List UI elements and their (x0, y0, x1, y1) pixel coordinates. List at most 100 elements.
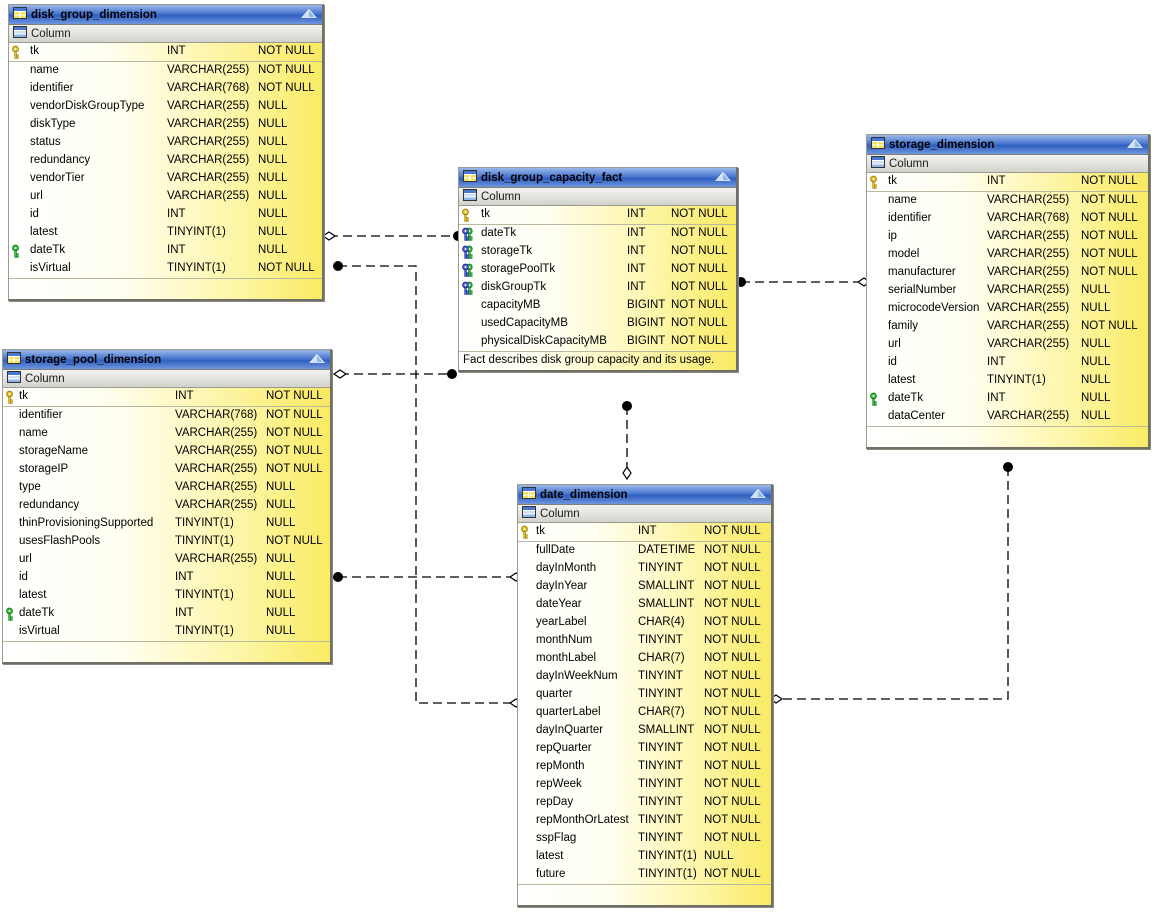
column-row-primary-key[interactable]: tk INT NOT NULL (459, 206, 736, 224)
column-row[interactable]: isVirtual TINYINT(1) NULL (3, 623, 330, 641)
column-row[interactable]: yearLabel CHAR(4) NOT NULL (518, 614, 771, 632)
column-type: SMALLINT (638, 580, 695, 592)
entity-title-bar[interactable]: storage_pool_dimension (3, 350, 330, 370)
relationship-rel-storagepool-fact[interactable] (332, 369, 457, 379)
column-row[interactable]: diskGroupTk INT NOT NULL (459, 279, 736, 297)
relationship-rel-storage-date[interactable] (768, 462, 1013, 704)
column-row[interactable]: dateTk INT NOT NULL (459, 225, 736, 243)
entity-table-date_dimension[interactable]: date_dimension Column tk INT NOT NULL fullDat… (517, 484, 773, 907)
column-row[interactable]: latest TINYINT(1) NULL (9, 224, 322, 242)
column-row[interactable]: dateYear SMALLINT NOT NULL (518, 596, 771, 614)
column-row[interactable]: storageIP VARCHAR(255) NOT NULL (3, 461, 330, 479)
column-row[interactable]: status VARCHAR(255) NULL (9, 134, 322, 152)
column-row[interactable]: latest TINYINT(1) NULL (518, 848, 771, 866)
column-row[interactable]: usedCapacityMB BIGINT NOT NULL (459, 315, 736, 333)
column-row[interactable]: usesFlashPools TINYINT(1) NOT NULL (3, 533, 330, 551)
entity-title-bar[interactable]: date_dimension (518, 485, 771, 505)
no-key-icon (870, 266, 884, 280)
column-row[interactable]: fullDate DATETIME NOT NULL (518, 542, 771, 560)
relationship-rel-storagepool-date[interactable] (333, 572, 524, 582)
column-row[interactable]: identifier VARCHAR(768) NOT NULL (9, 80, 322, 98)
column-row-primary-key[interactable]: tk INT NOT NULL (3, 388, 330, 406)
column-row[interactable]: physicalDiskCapacityMB BIGINT NOT NULL (459, 333, 736, 351)
no-key-icon (6, 571, 20, 585)
column-row[interactable]: url VARCHAR(255) NULL (3, 551, 330, 569)
entity-table-storage_pool_dimension[interactable]: storage_pool_dimension Column tk INT NOT NUL… (2, 349, 332, 664)
column-row[interactable]: name VARCHAR(255) NOT NULL (3, 425, 330, 443)
relationship-rel-fact-storage[interactable] (736, 277, 872, 287)
collapse-triangle-icon[interactable] (301, 8, 317, 22)
no-key-icon (462, 299, 476, 313)
column-row[interactable]: monthLabel CHAR(7) NOT NULL (518, 650, 771, 668)
column-row[interactable]: model VARCHAR(255) NOT NULL (867, 246, 1148, 264)
column-row[interactable]: identifier VARCHAR(768) NOT NULL (867, 210, 1148, 228)
column-row[interactable]: dayInQuarter SMALLINT NOT NULL (518, 722, 771, 740)
column-row[interactable]: diskType VARCHAR(255) NULL (9, 116, 322, 134)
column-row[interactable]: dayInWeekNum TINYINT NOT NULL (518, 668, 771, 686)
column-row[interactable]: url VARCHAR(255) NULL (867, 336, 1148, 354)
column-row[interactable]: redundancy VARCHAR(255) NULL (9, 152, 322, 170)
column-row[interactable]: dateTk INT NULL (9, 242, 322, 260)
collapse-triangle-icon[interactable] (750, 488, 766, 502)
collapse-triangle-icon[interactable] (715, 171, 731, 185)
entity-title-bar[interactable]: disk_group_dimension (9, 5, 322, 25)
column-row[interactable]: vendorDiskGroupType VARCHAR(255) NULL (9, 98, 322, 116)
column-row[interactable]: identifier VARCHAR(768) NOT NULL (3, 407, 330, 425)
column-row[interactable]: storageTk INT NOT NULL (459, 243, 736, 261)
column-row[interactable]: dayInYear SMALLINT NOT NULL (518, 578, 771, 596)
column-row[interactable]: quarterLabel CHAR(7) NOT NULL (518, 704, 771, 722)
column-row[interactable]: url VARCHAR(255) NULL (9, 188, 322, 206)
relationship-rel-diskgroup-fact[interactable] (321, 231, 463, 241)
column-row[interactable]: dateTk INT NULL (867, 390, 1148, 408)
relationship-rel-fact-date[interactable] (622, 401, 632, 481)
column-row-primary-key[interactable]: tk INT NOT NULL (9, 43, 322, 61)
column-row[interactable]: repQuarter TINYINT NOT NULL (518, 740, 771, 758)
column-row[interactable]: repDay TINYINT NOT NULL (518, 794, 771, 812)
no-key-icon (870, 248, 884, 262)
column-row[interactable]: id INT NULL (9, 206, 322, 224)
column-row[interactable]: storageName VARCHAR(255) NOT NULL (3, 443, 330, 461)
column-nullable: NOT NULL (671, 299, 728, 311)
column-row[interactable]: capacityMB BIGINT NOT NULL (459, 297, 736, 315)
column-row[interactable]: id INT NULL (3, 569, 330, 587)
column-row[interactable]: name VARCHAR(255) NOT NULL (9, 62, 322, 80)
column-row[interactable]: repMonthOrLatest TINYINT NOT NULL (518, 812, 771, 830)
column-row[interactable]: ip VARCHAR(255) NOT NULL (867, 228, 1148, 246)
column-nullable: NOT NULL (266, 390, 323, 402)
column-row[interactable]: name VARCHAR(255) NOT NULL (867, 192, 1148, 210)
column-row[interactable]: dayInMonth TINYINT NOT NULL (518, 560, 771, 578)
column-row[interactable]: microcodeVersion VARCHAR(255) NULL (867, 300, 1148, 318)
column-row[interactable]: dateTk INT NULL (3, 605, 330, 623)
entity-title-bar[interactable]: disk_group_capacity_fact (459, 168, 736, 188)
entity-table-disk_group_capacity_fact[interactable]: disk_group_capacity_fact Column tk INT NOT N… (458, 167, 738, 372)
column-row-primary-key[interactable]: tk INT NOT NULL (518, 523, 771, 541)
column-nullable: NOT NULL (266, 427, 323, 439)
entity-table-storage_dimension[interactable]: storage_dimension Column tk INT NOT NULL name… (866, 134, 1150, 449)
collapse-triangle-icon[interactable] (309, 353, 325, 367)
column-row[interactable]: future TINYINT(1) NOT NULL (518, 866, 771, 884)
column-row[interactable]: manufacturer VARCHAR(255) NOT NULL (867, 264, 1148, 282)
column-row[interactable]: serialNumber VARCHAR(255) NULL (867, 282, 1148, 300)
column-nullable: NOT NULL (671, 227, 728, 239)
column-row[interactable]: family VARCHAR(255) NOT NULL (867, 318, 1148, 336)
column-row[interactable]: quarter TINYINT NOT NULL (518, 686, 771, 704)
collapse-triangle-icon[interactable] (1127, 138, 1143, 152)
column-row[interactable]: dataCenter VARCHAR(255) NULL (867, 408, 1148, 426)
column-nullable: NOT NULL (258, 82, 315, 94)
column-row[interactable]: repMonth TINYINT NOT NULL (518, 758, 771, 776)
column-row[interactable]: id INT NULL (867, 354, 1148, 372)
column-row[interactable]: latest TINYINT(1) NULL (3, 587, 330, 605)
column-row[interactable]: redundancy VARCHAR(255) NULL (3, 497, 330, 515)
column-row[interactable]: monthNum TINYINT NOT NULL (518, 632, 771, 650)
entity-title-bar[interactable]: storage_dimension (867, 135, 1148, 155)
column-row[interactable]: isVirtual TINYINT(1) NOT NULL (9, 260, 322, 278)
column-row[interactable]: type VARCHAR(255) NULL (3, 479, 330, 497)
column-row[interactable]: storagePoolTk INT NOT NULL (459, 261, 736, 279)
column-row[interactable]: repWeek TINYINT NOT NULL (518, 776, 771, 794)
column-row[interactable]: latest TINYINT(1) NULL (867, 372, 1148, 390)
column-row-primary-key[interactable]: tk INT NOT NULL (867, 173, 1148, 191)
entity-table-disk_group_dimension[interactable]: disk_group_dimension Column tk INT NOT NULL n… (8, 4, 324, 301)
column-row[interactable]: vendorTier VARCHAR(255) NULL (9, 170, 322, 188)
column-row[interactable]: sspFlag TINYINT NOT NULL (518, 830, 771, 848)
column-row[interactable]: thinProvisioningSupported TINYINT(1) NULL (3, 515, 330, 533)
